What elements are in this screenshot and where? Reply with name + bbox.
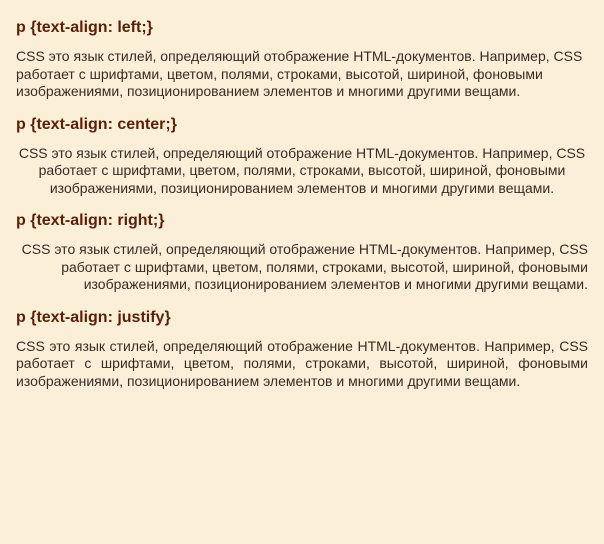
- heading-justify: p {text-align: justify}: [16, 308, 588, 328]
- heading-center: p {text-align: center;}: [16, 115, 588, 135]
- paragraph-center: CSS это язык стилей, определяющий отобра…: [16, 145, 588, 198]
- paragraph-right: CSS это язык стилей, определяющий отобра…: [16, 241, 588, 294]
- paragraph-left: CSS это язык стилей, определяющий отобра…: [16, 48, 588, 101]
- heading-right: p {text-align: right;}: [16, 211, 588, 231]
- heading-left: p {text-align: left;}: [16, 18, 588, 38]
- paragraph-justify: CSS это язык стилей, определяющий отобра…: [16, 338, 588, 391]
